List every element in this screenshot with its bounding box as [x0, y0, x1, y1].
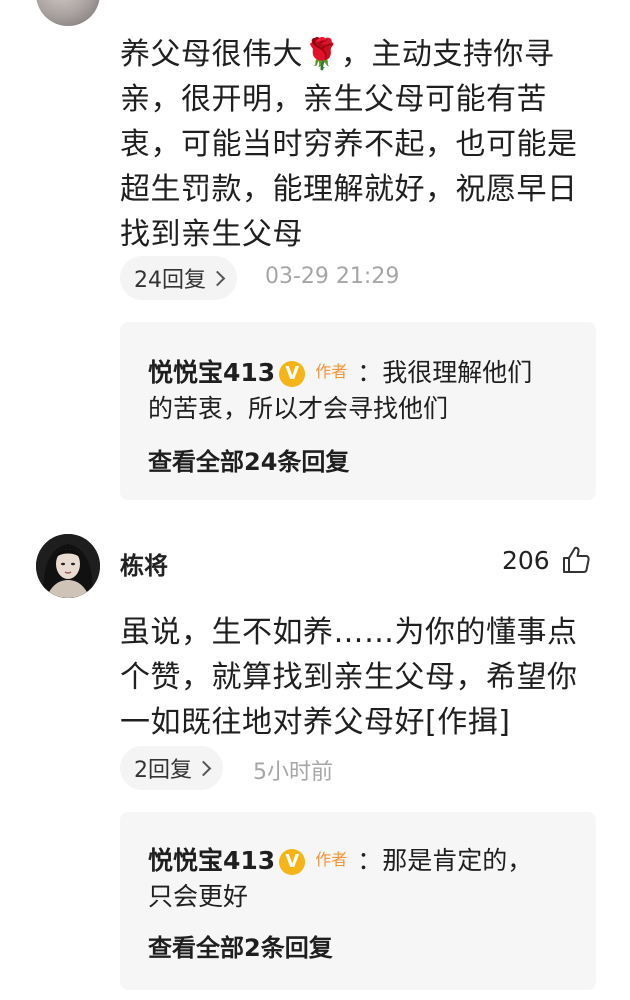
- comment-text-line: 超生罚款，能理解就好，祝愿早日: [120, 172, 578, 207]
- reply-preview-box[interactable]: 悦悦宝413 V 作者 ：我很理解他们 的苦衷，所以才会寻找他们 查看全部24条回复: [120, 322, 596, 500]
- verified-v-icon: V: [279, 849, 306, 875]
- comment-text-line: 找到亲生父母: [120, 217, 303, 252]
- reply-preview-box[interactable]: 悦悦宝413 V 作者 ：那是肯定的， 只会更好 查看全部2条回复: [120, 812, 596, 990]
- author-tag: 作者: [315, 850, 348, 869]
- reply-text: 只会更好: [148, 882, 249, 911]
- comment-text-line: 个赞，就算找到亲生父母，希望你: [120, 660, 578, 695]
- like-count: 206: [502, 546, 550, 575]
- view-all-replies-link[interactable]: 查看全部24条回复: [148, 442, 349, 477]
- comment-timestamp: 5小时前: [253, 760, 333, 785]
- comment-body: 虽说，生不如养……为你的懂事点 个赞，就算找到亲生父母，希望你 一如既往地对养父…: [120, 610, 600, 745]
- reply-count-label: 2回复: [134, 758, 192, 783]
- view-all-replies-link[interactable]: 查看全部2条回复: [148, 928, 333, 963]
- verified-v-icon: V: [279, 361, 306, 387]
- reply-author-link[interactable]: 悦悦宝413: [148, 846, 275, 875]
- comment-text-line: 衷，可能当时穷养不起，也可能是: [120, 127, 578, 162]
- comment-timestamp: 03-29 21:29: [265, 264, 400, 289]
- reply-text: ：我很理解他们: [357, 358, 533, 387]
- chevron-right-icon: [209, 270, 226, 286]
- reply-count-label: 24回复: [134, 268, 206, 293]
- reply-preview-text: 悦悦宝413 V 作者 ：那是肯定的， 只会更好: [148, 842, 578, 915]
- comment-text-line: 亲，很开明，亲生父母可能有苦: [120, 82, 547, 117]
- author-tag: 作者: [315, 362, 348, 381]
- reply-count-button[interactable]: 2回复: [120, 746, 223, 790]
- reply-text: 的苦衷，所以才会寻找他们: [148, 394, 449, 423]
- reply-count-button[interactable]: 24回复: [120, 256, 237, 300]
- reply-author-link[interactable]: 悦悦宝413: [148, 358, 275, 387]
- chevron-right-icon: [195, 760, 212, 776]
- avatar[interactable]: [36, 534, 100, 598]
- comment-text-line: 虽说，生不如养……为你的懂事点: [120, 615, 578, 650]
- comment-author-name[interactable]: 栋将: [120, 546, 168, 581]
- reply-text: ：那是肯定的，: [357, 846, 533, 875]
- comment-text-line: 养父母很伟大🌹，主动支持你寻: [120, 37, 555, 72]
- comment-text-line: 一如既往地对养父母好[作揖]: [120, 705, 511, 740]
- thumbs-up-outline-icon[interactable]: [560, 544, 592, 576]
- avatar-image: [36, 534, 100, 598]
- reply-preview-text: 悦悦宝413 V 作者 ：我很理解他们 的苦衷，所以才会寻找他们: [148, 354, 578, 427]
- comment-body: 养父母很伟大🌹，主动支持你寻 亲，很开明，亲生父母可能有苦 衷，可能当时穷养不起…: [120, 32, 600, 257]
- avatar[interactable]: [36, 0, 100, 26]
